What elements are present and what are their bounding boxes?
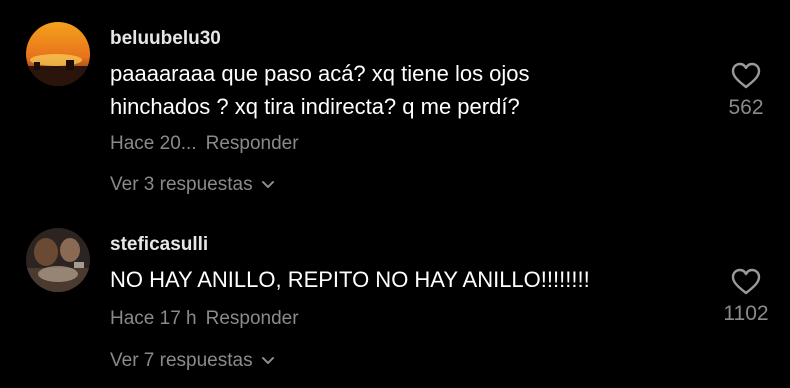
avatar[interactable] — [26, 228, 90, 292]
view-replies-label: Ver 3 respuestas — [110, 174, 253, 195]
comment-text-line: hinchados ? xq tira indirecta? q me perd… — [110, 94, 520, 119]
comment-timestamp: Hace 17 h — [110, 308, 197, 329]
like-count: 562 — [728, 96, 764, 119]
comment-item: beluubelu30 paaaaraaa que paso acá? xq t… — [0, 0, 790, 200]
comment-text-line: paaaaraaa que paso acá? xq tiene los ojo… — [110, 61, 530, 86]
like-button[interactable]: 562 — [716, 62, 776, 120]
like-button[interactable]: 1102 — [716, 268, 776, 326]
comment-username[interactable]: beluubelu30 — [110, 28, 221, 50]
comment-text-line: NO HAY ANILLO, REPITO NO HAY ANILLO!!!!!… — [110, 267, 590, 292]
reply-button[interactable]: Responder — [206, 308, 299, 329]
reply-button[interactable]: Responder — [206, 133, 299, 154]
chevron-down-icon — [261, 181, 274, 188]
chevron-down-icon — [261, 357, 274, 364]
view-replies-button[interactable]: Ver 7 respuestas — [110, 350, 275, 372]
view-replies-button[interactable]: Ver 3 respuestas — [110, 174, 275, 196]
comment-username[interactable]: steficasulli — [110, 234, 208, 256]
comment-meta: Hace 17 h Responder — [110, 308, 299, 330]
comment-item: steficasulli NO HAY ANILLO, REPITO NO HA… — [0, 200, 790, 388]
view-replies-label: Ver 7 respuestas — [110, 350, 253, 371]
comment-timestamp: Hace 20... — [110, 133, 197, 154]
like-count: 1102 — [723, 302, 769, 325]
heart-outline-icon — [731, 268, 761, 295]
comment-meta: Hace 20... Responder — [110, 133, 299, 155]
heart-outline-icon — [731, 62, 761, 89]
avatar[interactable] — [26, 22, 90, 86]
